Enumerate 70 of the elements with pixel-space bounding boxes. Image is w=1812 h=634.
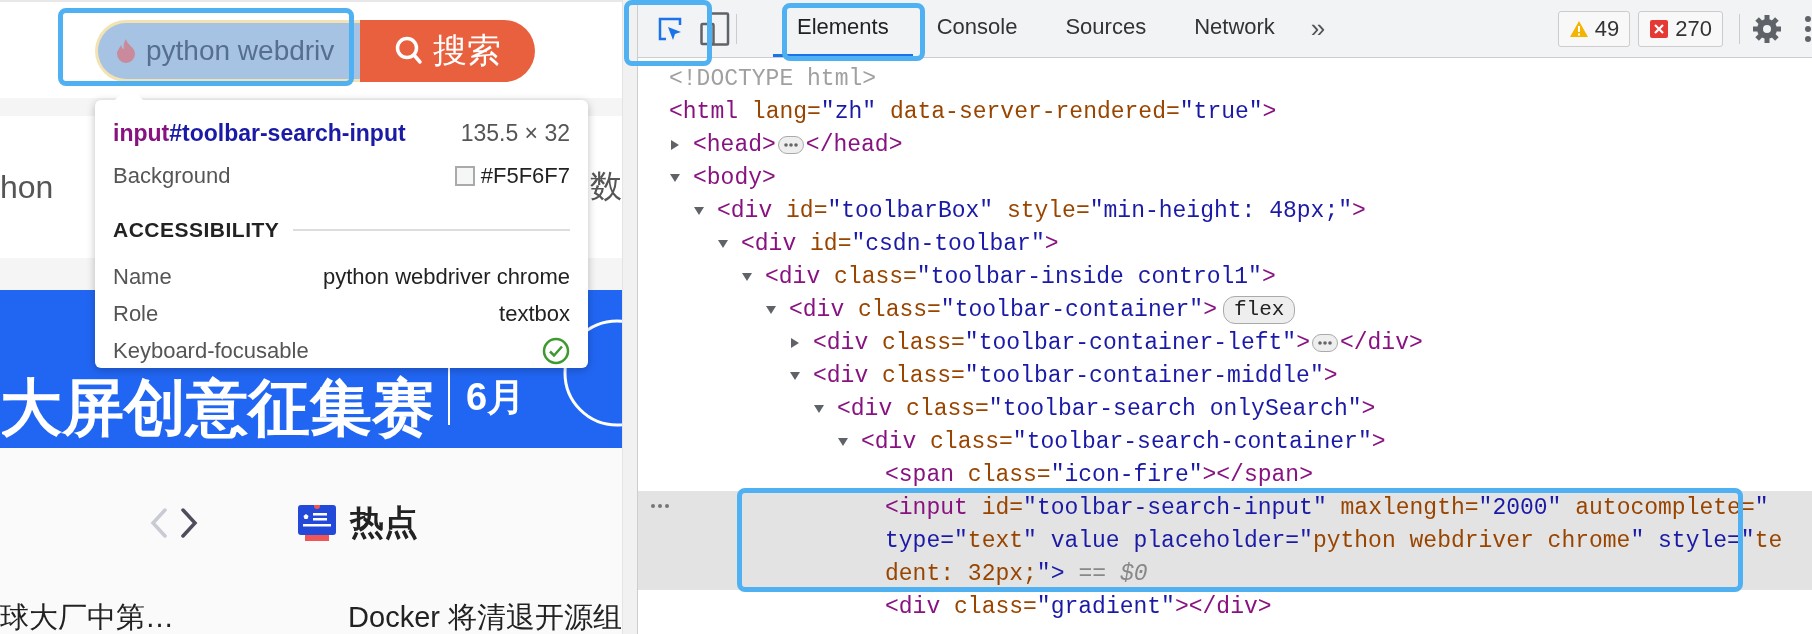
property-label: Name	[113, 263, 172, 290]
property-value: python webdriver chrome	[323, 263, 570, 290]
banner-title: 大屏创意征集赛	[0, 372, 434, 444]
code-line: <span class="icon-fire"></span>	[885, 461, 1313, 488]
expanded-triangle-icon[interactable]	[813, 402, 825, 415]
element-selector: input#toolbar-search-input	[113, 119, 406, 147]
selection-marker: == $0	[1078, 560, 1148, 587]
more-options-icon[interactable]	[1804, 14, 1812, 43]
code-line: <html lang="zh" data-server-rendered="true">	[669, 98, 1277, 125]
ellipsis-icon[interactable]	[1311, 333, 1338, 352]
panel-tab[interactable]: Elements	[773, 0, 913, 57]
code-line: dent: 32px;">	[885, 560, 1065, 587]
device-icon[interactable]	[700, 11, 730, 46]
more-tabs-button[interactable]: »	[1298, 13, 1338, 44]
code-line: <div class="toolbar-search-container">	[861, 428, 1386, 455]
article-text: hon	[0, 168, 54, 206]
collapsed-triangle-icon[interactable]	[669, 138, 681, 151]
property-label: Role	[113, 300, 159, 327]
property-label: Background	[113, 163, 231, 189]
code-line: <div class="gradient"></div>	[885, 593, 1272, 620]
collapsed-triangle-icon[interactable]	[789, 336, 801, 349]
code-line: <div id="csdn-toolbar">	[741, 230, 1059, 257]
property-value: textbox	[499, 300, 570, 327]
color-value: #F5F6F7	[480, 163, 570, 189]
code-line: <div class="toolbar-container-middle">	[813, 362, 1338, 389]
property-label: Keyboard-focusable	[113, 337, 309, 364]
code-line: <body>	[693, 164, 776, 191]
panel-tab[interactable]: Console	[912, 0, 1042, 57]
search-input[interactable]: python webdriv	[146, 35, 346, 67]
news-card-icon	[298, 505, 336, 541]
warnings-counter[interactable]: 49	[1557, 10, 1631, 47]
code-line: <div id="toolbarBox" style="min-height: 48px;">	[717, 197, 1366, 224]
chevron-left-icon	[150, 508, 168, 538]
news-headline[interactable]: Docker 将清退开源组	[348, 598, 622, 634]
error-icon	[1649, 18, 1670, 39]
flame-icon	[116, 38, 136, 64]
expanded-triangle-icon[interactable]	[717, 237, 729, 250]
panel-tab[interactable]: Network	[1170, 0, 1299, 57]
code-line: <div class="toolbar-container">	[789, 296, 1217, 323]
section-heading: ACCESSIBILITY	[113, 218, 280, 242]
news-headline[interactable]: 球大厂中第…	[0, 598, 174, 634]
code-line: </head>	[805, 131, 903, 158]
code-line: </div>	[1339, 329, 1423, 356]
expanded-triangle-icon[interactable]	[693, 204, 705, 217]
color-swatch	[454, 166, 475, 186]
code-line: <head>	[693, 131, 776, 158]
warning-icon	[1568, 19, 1589, 38]
expanded-triangle-icon[interactable]	[789, 369, 801, 382]
code-line: <div class="toolbar-container-left">	[813, 329, 1310, 356]
expanded-triangle-icon[interactable]	[741, 270, 753, 283]
expanded-triangle-icon[interactable]	[837, 435, 849, 448]
section-title: 热点	[350, 502, 418, 543]
ellipsis-icon[interactable]	[777, 135, 804, 154]
chevron-right-icon	[180, 508, 198, 538]
search-field[interactable]: python webdriv	[95, 20, 360, 82]
expanded-triangle-icon[interactable]	[669, 171, 681, 184]
scrollbar[interactable]	[622, 0, 637, 634]
banner-date: 6月	[466, 375, 526, 420]
article-text: 数	[590, 167, 622, 206]
expanded-triangle-icon[interactable]	[765, 303, 777, 316]
errors-counter[interactable]: 270	[1638, 10, 1723, 47]
code-line: <!DOCTYPE html>	[669, 65, 877, 92]
settings-icon[interactable]	[1752, 13, 1782, 44]
code-line: <div class="toolbar-search onlySearch">	[837, 395, 1376, 422]
panel-tab[interactable]: Sources	[1041, 0, 1171, 57]
more-icon[interactable]	[650, 503, 670, 509]
layout-badge[interactable]: flex	[1222, 295, 1296, 324]
element-size: 135.5 × 32	[460, 119, 570, 147]
search-icon	[394, 36, 423, 66]
code-line: <div class="toolbar-inside control1">	[765, 263, 1276, 290]
